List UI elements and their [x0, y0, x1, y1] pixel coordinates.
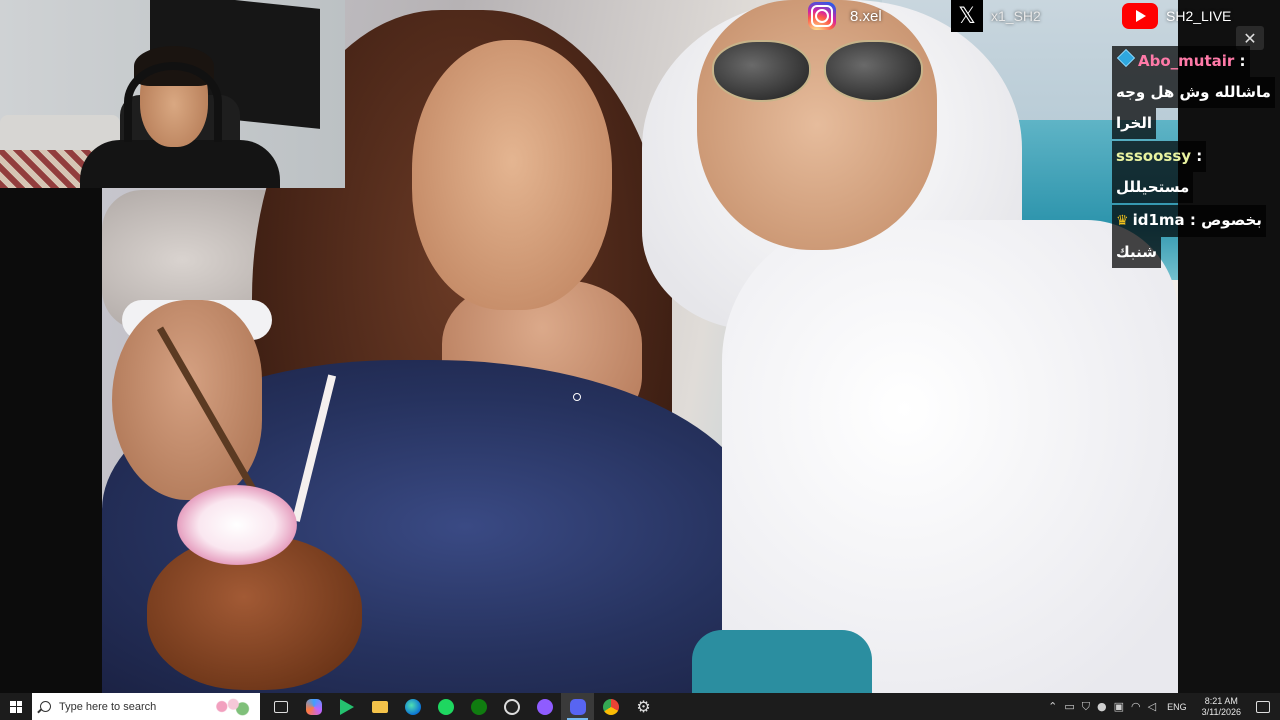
right-lens: [824, 40, 923, 102]
youtube-channel: SH2_LIVE: [1166, 8, 1232, 24]
volume-icon[interactable]: ◁: [1148, 693, 1156, 720]
instagram-icon: [808, 2, 836, 30]
copilot-icon: [305, 698, 322, 715]
chat-message: sssoossy : مستحيللل: [1112, 141, 1280, 203]
chrome-button[interactable]: [594, 693, 627, 720]
spotify-icon: [437, 698, 454, 715]
cube-badge-icon: [1116, 48, 1136, 68]
edge-icon: [404, 698, 421, 715]
x-logo-icon: 𝕏: [951, 0, 983, 32]
obs-button[interactable]: [495, 693, 528, 720]
chat-header: ♛ id1ma : بخصوص: [1112, 205, 1266, 237]
photo-thobe: [722, 220, 1178, 693]
instagram-banner: 8.xel: [808, 0, 882, 32]
instagram-handle: 8.xel: [850, 7, 882, 25]
taskbar-clock[interactable]: 8:21 AM 3/11/2026: [1202, 696, 1241, 718]
settings-button[interactable]: ⚙: [627, 693, 660, 720]
network-icon[interactable]: ▭: [1064, 693, 1074, 720]
x-handle: x1_SH2: [991, 8, 1041, 24]
xbox-button[interactable]: [462, 693, 495, 720]
chat-text: ماشالله وش هل وجه: [1112, 77, 1275, 108]
taskbar-apps: ⚙: [264, 693, 660, 720]
chat-separator: :: [1239, 52, 1246, 70]
chat-separator: :: [1189, 211, 1196, 229]
discord-button[interactable]: [561, 693, 594, 720]
notification-icon[interactable]: [1256, 700, 1270, 713]
crown-badge-icon: ♛: [1116, 213, 1129, 229]
folder-icon: [371, 700, 388, 713]
photo-sunglasses: [712, 40, 923, 102]
x-banner: 𝕏 x1_SH2: [951, 0, 1041, 32]
chat-separator: :: [1196, 147, 1203, 165]
file-explorer-button[interactable]: [363, 693, 396, 720]
app-icon: [536, 698, 553, 715]
search-icon: [40, 701, 51, 712]
chat-text: شنبك: [1112, 237, 1161, 268]
photo-man-face: [697, 0, 937, 250]
chat-header: sssoossy :: [1112, 141, 1207, 172]
chat-overlay: Abo_mutair : ماشالله وش هل وجه الخرا sss…: [1112, 46, 1280, 270]
windows-logo-icon: [10, 700, 22, 713]
photo-orchid: [177, 485, 297, 565]
chat-username: Abo_mutair: [1138, 52, 1235, 70]
discord-icon: [569, 698, 586, 715]
webcam-overlay: [0, 0, 345, 188]
task-view-button[interactable]: [264, 693, 297, 720]
app-button[interactable]: [528, 693, 561, 720]
chat-text-continued: الخرا: [1112, 108, 1157, 139]
chat-header: Abo_mutair :: [1112, 46, 1250, 77]
chat-message: ♛ id1ma : بخصوص شنبك: [1112, 205, 1280, 268]
left-background-panel: [0, 188, 102, 693]
play-icon: [339, 698, 354, 715]
start-button[interactable]: [0, 693, 32, 720]
chat-username: sssoossy: [1116, 147, 1192, 165]
system-tray: ⌃ ▭ ⛉ ● ▣ ◠ ◁ ENG 8:21 AM 3/11/2026: [1048, 693, 1280, 720]
chat-text-inline: بخصوص: [1201, 211, 1262, 229]
webcam-streamer-body: [80, 140, 280, 188]
chat-text: مستحيللل: [1112, 172, 1194, 203]
clock-time: 8:21 AM: [1204, 695, 1238, 706]
headphones-icon: [124, 62, 222, 142]
windows-taskbar: Type here to search ⚙ ⌃ ▭ ⛉ ● ▣ ◠ ◁ ENG …: [0, 693, 1280, 720]
taskbar-search-box[interactable]: Type here to search: [32, 693, 260, 720]
photo-teal-pillow: [692, 630, 872, 693]
clock-date: 3/11/2026: [1201, 706, 1241, 717]
chat-username: id1ma: [1132, 211, 1185, 229]
chrome-icon: [602, 698, 619, 715]
language-indicator[interactable]: ENG: [1167, 702, 1187, 712]
microphone-icon[interactable]: ●: [1097, 693, 1107, 720]
wifi-icon[interactable]: ◠: [1131, 693, 1141, 720]
youtube-banner: SH2_LIVE: [1122, 0, 1231, 32]
edge-button[interactable]: [396, 693, 429, 720]
search-placeholder: Type here to search: [59, 700, 157, 713]
xbox-icon: [470, 698, 487, 715]
mouse-cursor: [573, 393, 581, 401]
photo-woman-face: [412, 40, 612, 310]
copilot-button[interactable]: [297, 693, 330, 720]
shield-icon[interactable]: ⛉: [1082, 693, 1090, 720]
play-games-button[interactable]: [330, 693, 363, 720]
printer-icon[interactable]: ▣: [1114, 693, 1124, 720]
left-lens: [712, 40, 811, 102]
obs-icon: [503, 698, 520, 715]
chevron-up-icon[interactable]: ⌃: [1048, 693, 1057, 720]
gear-icon: ⚙: [636, 696, 651, 716]
search-highlight-flower-icon: [208, 695, 254, 718]
task-view-icon: [273, 700, 288, 713]
chat-message: Abo_mutair : ماشالله وش هل وجه الخرا: [1112, 46, 1280, 139]
youtube-icon: [1122, 3, 1158, 29]
spotify-button[interactable]: [429, 693, 462, 720]
